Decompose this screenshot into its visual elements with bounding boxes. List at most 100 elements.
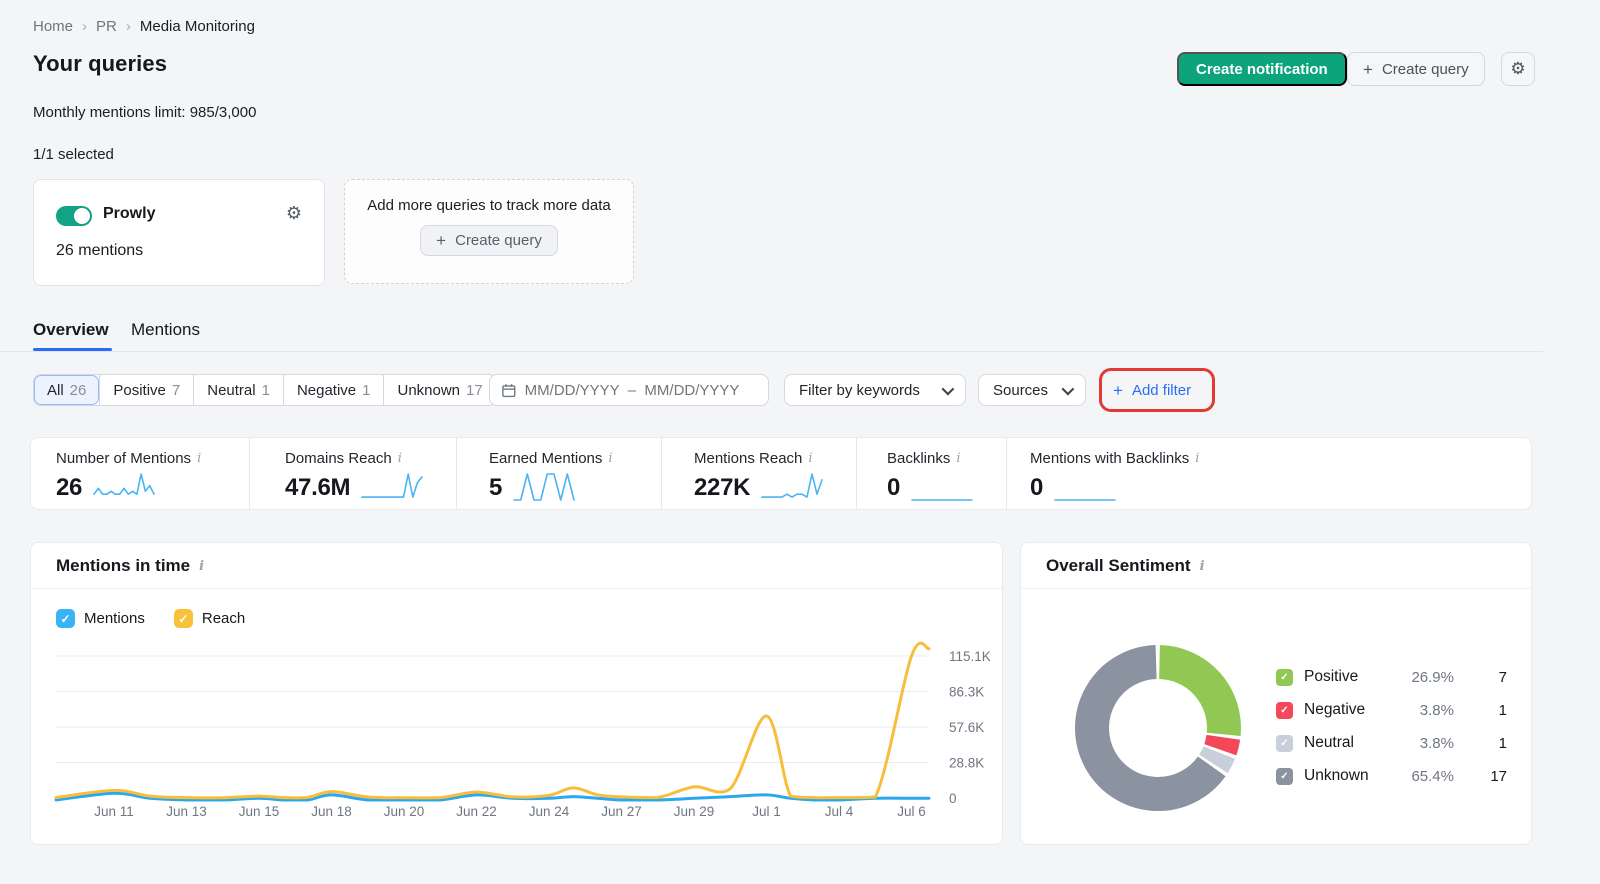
metric-label: Mentions with Backlinks [1030,450,1190,467]
svg-text:28.8K: 28.8K [949,756,984,771]
query-gear-icon[interactable]: ⚙ [286,203,302,224]
metric-value-row: 227K [694,469,856,503]
calendar-icon [502,383,516,397]
breadcrumb: Home › PR › Media Monitoring [33,18,255,35]
breadcrumb-separator-icon: › [125,18,131,35]
metric-sparkline [1054,499,1116,501]
sentiment-unknown-checkbox[interactable]: ✓ [1276,767,1293,785]
svg-text:Jun 27: Jun 27 [601,804,642,819]
metric-value-row: 0 [887,469,1006,503]
segment-count: 17 [466,381,483,399]
segment-label: Neutral [207,381,256,399]
info-icon[interactable]: i [608,451,612,466]
info-icon[interactable]: i [398,451,402,466]
sources-filter-dropdown[interactable]: Sources [978,374,1086,406]
chevron-down-icon [941,382,955,395]
keywords-filter-label: Filter by keywords [799,381,920,399]
svg-text:Jun 18: Jun 18 [311,804,352,819]
plus-icon: + [1113,380,1123,400]
svg-text:Jun 15: Jun 15 [239,804,280,819]
filter-segment-unknown[interactable]: Unknown 17 [383,375,495,405]
info-icon[interactable]: i [197,451,201,466]
create-notification-button[interactable]: Create notification [1177,52,1347,86]
create-query-label: Create query [1381,60,1469,78]
metric-label: Earned Mentions [489,450,603,467]
page-title: Your queries [33,51,168,76]
segment-count: 7 [171,381,181,399]
segment-label: Positive [113,381,166,399]
segment-count: 1 [261,381,270,399]
add-filter-button[interactable]: + Add filter [1113,374,1191,406]
keywords-filter-dropdown[interactable]: Filter by keywords [784,374,966,406]
sentiment-count: 1 [1498,734,1507,752]
sentiment-count: 1 [1498,701,1507,719]
sentiment-negative-checkbox[interactable]: ✓ [1276,701,1293,719]
toggle-knob [74,208,90,224]
svg-text:Jun 20: Jun 20 [384,804,425,819]
sentiment-count: 17 [1490,767,1507,785]
mentions-in-time-card: Mentions in time i ✓ Mentions ✓ Reach 115.1… [30,542,1003,845]
metric-sparkline [761,473,823,498]
breadcrumb-item-pr[interactable]: PR [96,18,117,35]
sentiment-label: Positive [1304,668,1359,685]
breadcrumb-item-home[interactable]: Home [33,18,73,35]
sentiment-legend-row-neutral: ✓ Neutral 3.8% 1 [1276,732,1508,754]
sentiment-percent: 26.9% [1411,668,1454,686]
add-filter-label: Add filter [1131,381,1192,399]
filter-segment-neutral[interactable]: Neutral 1 [193,375,283,405]
svg-text:Jul 1: Jul 1 [752,804,781,819]
segment-count: 1 [362,381,371,399]
filter-segment-all[interactable]: All 26 [34,375,100,405]
sentiment-percent: 3.8% [1419,734,1454,752]
info-icon[interactable]: i [956,451,960,466]
date-range-input[interactable] [524,381,756,399]
metric-label-row: Backlinks i [887,450,1006,467]
metric-earned-mentions: Earned Mentions i 5 [456,438,661,509]
metric-sparkline [93,473,155,496]
create-query-button[interactable]: + Create query [1347,52,1485,86]
sentiment-filter-segments: All 26 Positive 7 Neutral 1 Negative 1 Unknown 17 [33,374,497,406]
metric-value-row: 5 [489,469,661,503]
add-query-text: Add more queries to track more data [367,197,611,214]
svg-text:Jun 22: Jun 22 [456,804,497,819]
metric-mentions-reach: Mentions Reach i 227K [661,438,856,509]
sentiment-donut-chart [1073,643,1243,813]
sentiment-neutral-checkbox[interactable]: ✓ [1276,734,1293,752]
date-range-picker[interactable] [489,374,769,406]
segment-label: Negative [296,381,357,399]
svg-text:Jul 4: Jul 4 [825,804,854,819]
metric-label-row: Number of Mentions i [56,450,249,467]
sentiment-legend-row-positive: ✓ Positive 26.9% 7 [1276,666,1508,688]
tab-mentions[interactable]: Mentions [131,320,200,340]
create-query-button-secondary[interactable]: + Create query [420,225,558,256]
filter-segment-negative[interactable]: Negative 1 [282,375,384,405]
plus-icon: + [436,231,447,250]
segment-label: Unknown [397,381,461,399]
add-query-card: Add more queries to track more data + Cr… [344,179,634,284]
overall-sentiment-card: Overall Sentiment i ✓ Positive 26.9% 7 ✓ Nega… [1020,542,1532,845]
metric-number-of-mentions: Number of Mentions i 26 [31,438,249,509]
query-toggle[interactable] [56,206,92,226]
donut-slice-neutral [1198,745,1236,774]
filter-segment-positive[interactable]: Positive 7 [99,375,193,405]
svg-text:0: 0 [949,791,957,806]
svg-text:57.6K: 57.6K [949,720,984,735]
tab-overview[interactable]: Overview [33,320,109,340]
sentiment-positive-checkbox[interactable]: ✓ [1276,668,1293,686]
info-icon[interactable]: i [1200,559,1205,574]
metric-value: 47.6M [285,474,351,501]
metric-mentions-with-backlinks: Mentions with Backlinks i 0 [1006,438,1531,509]
query-card: Prowly ⚙ 26 mentions [33,179,325,286]
metric-value-row: 47.6M [285,469,456,503]
metric-value: 227K [694,474,751,501]
info-icon[interactable]: i [808,451,812,466]
breadcrumb-separator-icon: › [82,18,88,35]
gear-icon[interactable]: ⚙ [1501,52,1535,86]
info-icon[interactable]: i [1195,451,1199,466]
metric-label: Backlinks [887,450,951,467]
segment-label: All [47,381,64,399]
metric-sparkline [361,473,424,498]
metric-label: Mentions Reach [694,450,803,467]
query-mentions-count: 26 mentions [56,242,144,259]
breadcrumb-item-media-monitoring: Media Monitoring [139,18,255,35]
